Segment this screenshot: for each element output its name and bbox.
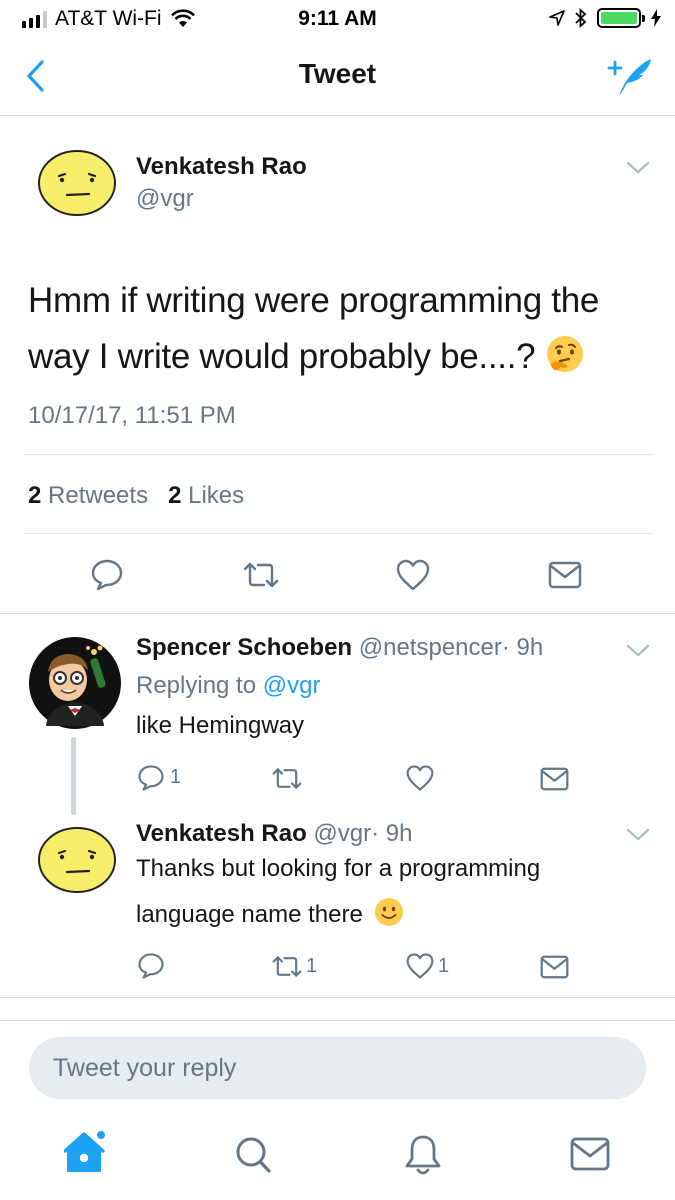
navigation-bar: Tweet	[0, 40, 675, 116]
charging-bolt-icon	[651, 9, 661, 27]
reply-input[interactable]	[29, 1037, 646, 1099]
reply-author-handle[interactable]: @netspencer	[359, 634, 502, 661]
status-bar: AT&T Wi-Fi 9:11 AM	[0, 0, 675, 40]
battery-icon	[597, 8, 645, 28]
avatar[interactable]	[37, 149, 117, 217]
direct-message-icon[interactable]	[540, 767, 569, 791]
tweet-timestamp: 10/17/17, 11:51 PM	[28, 402, 236, 429]
reply-text-line-2: language name there	[136, 897, 404, 929]
replying-to-link[interactable]: @vgr	[263, 672, 321, 699]
replying-to-line: Replying to @vgr	[136, 672, 320, 700]
slightly-smiling-face-icon	[374, 898, 403, 926]
status-icons	[549, 8, 661, 28]
reply-count: 1	[170, 766, 182, 788]
retweets-stat[interactable]: 2 Retweets	[28, 482, 148, 509]
like-heart-icon[interactable]	[395, 558, 431, 592]
like-count: 1	[438, 955, 450, 977]
reply-tweet[interactable]: Spencer Schoeben @netspencer· 9h Replyin…	[0, 614, 675, 804]
notifications-bell-icon[interactable]	[404, 1133, 442, 1177]
reply-header: Venkatesh Rao @vgr· 9h	[136, 820, 412, 848]
more-options-chevron-icon[interactable]	[625, 642, 651, 660]
retweet-icon[interactable]	[271, 954, 303, 979]
more-options-chevron-icon[interactable]	[625, 159, 651, 177]
tweet-body: Hmm if writing were programming the way …	[28, 281, 600, 376]
reply-author-handle[interactable]: @vgr	[313, 820, 371, 847]
page-title: Tweet	[298, 58, 377, 89]
bottom-bar	[0, 1020, 675, 1200]
reply-tweet[interactable]: Venkatesh Rao @vgr· 9h Thanks but lookin…	[0, 804, 675, 996]
author-name[interactable]: Venkatesh Rao	[136, 153, 307, 181]
author-handle[interactable]: @vgr	[136, 185, 194, 213]
likes-stat[interactable]: 2 Likes	[168, 482, 244, 509]
messages-envelope-icon[interactable]	[570, 1137, 610, 1171]
replying-to-label: Replying to	[136, 672, 257, 699]
reply-age: · 9h	[371, 820, 413, 847]
avatar[interactable]	[37, 826, 117, 894]
more-options-chevron-icon[interactable]	[625, 826, 651, 844]
retweet-icon[interactable]	[242, 560, 280, 590]
reply-author-name[interactable]: Spencer Schoeben	[136, 634, 352, 661]
reply-age: · 9h	[501, 634, 544, 661]
direct-message-icon[interactable]	[548, 561, 582, 589]
compose-tweet-icon[interactable]	[605, 54, 653, 98]
tweet-text: Hmm if writing were programming the way …	[28, 273, 648, 385]
search-icon[interactable]	[234, 1135, 272, 1175]
location-arrow-icon	[549, 10, 565, 26]
reply-header: Spencer Schoeben @netspencer· 9h	[136, 634, 543, 662]
bluetooth-icon	[575, 8, 587, 28]
retweet-icon[interactable]	[271, 766, 303, 791]
reply-icon[interactable]	[137, 764, 165, 792]
divider	[24, 533, 653, 534]
reply-icon[interactable]	[137, 952, 165, 980]
reply-text-line-1: Thanks but looking for a programming	[136, 855, 541, 882]
thinking-face-icon	[546, 336, 583, 372]
like-heart-icon[interactable]	[405, 952, 435, 980]
reply-text-line-2-content: language name there	[136, 901, 363, 928]
reply-icon[interactable]	[90, 558, 124, 592]
engagement-stats: 2 Retweets 2 Likes	[28, 482, 244, 510]
like-heart-icon[interactable]	[405, 764, 435, 792]
divider	[0, 997, 675, 998]
reply-text: like Hemingway	[136, 712, 305, 739]
divider	[24, 454, 653, 455]
avatar[interactable]	[28, 636, 122, 730]
reply-author-name[interactable]: Venkatesh Rao	[136, 820, 307, 847]
direct-message-icon[interactable]	[540, 955, 569, 979]
home-icon[interactable]	[64, 1129, 108, 1175]
retweet-count: 1	[306, 955, 318, 977]
